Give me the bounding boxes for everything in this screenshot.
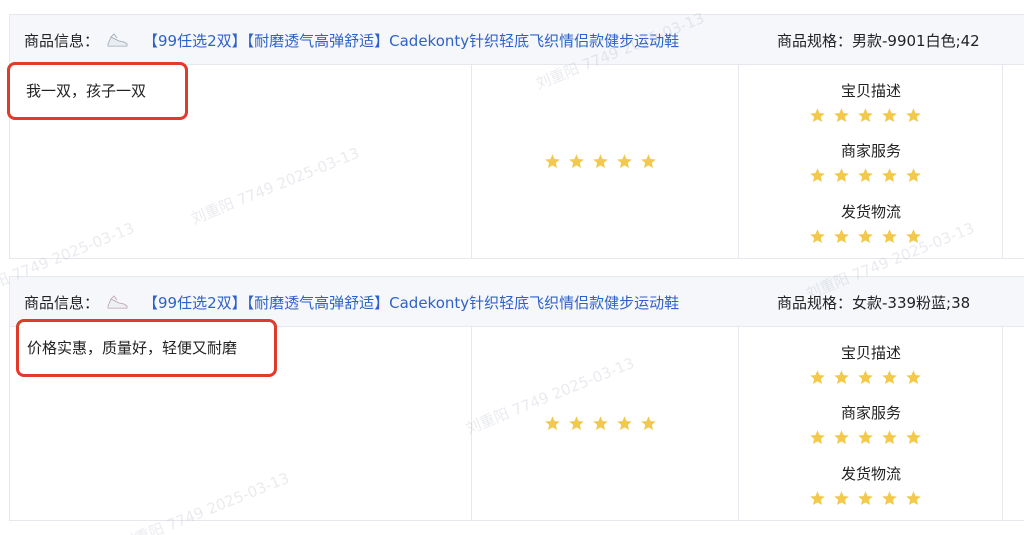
rating-logistics: 发货物流 [809, 201, 929, 245]
rating-label: 发货物流 [840, 465, 901, 483]
star-icon [569, 416, 584, 431]
star-icon [906, 168, 921, 183]
star-icon [545, 416, 560, 431]
star-rating [809, 369, 929, 386]
star-icon [810, 430, 825, 445]
star-icon [834, 108, 849, 123]
star-icon [906, 229, 921, 244]
rating-service: 商家服务 [809, 140, 929, 184]
rating-description: 宝贝描述 [809, 342, 929, 386]
star-icon [617, 154, 632, 169]
overall-star-rating [544, 153, 657, 170]
review-body: 价格实惠，质量好，轻便又耐磨 宝贝描述 商家服务 发货物流 [10, 319, 1024, 521]
detail-ratings-column: 宝贝描述 商家服务 发货物流 [739, 327, 1003, 521]
star-icon [906, 491, 921, 506]
product-title-link[interactable]: 【99任选2双】【耐磨透气高弹舒适】Cadekonty针织轻底飞织情侣款健步运动… [143, 292, 679, 313]
star-icon [834, 168, 849, 183]
highlighted-comment-box: 我一双，孩子一双 [7, 62, 188, 120]
rating-label: 宝贝描述 [840, 344, 901, 362]
review-card: 商品信息： 【99任选2双】【耐磨透气高弹舒适】Cadekonty针织轻底飞织情… [9, 276, 1024, 521]
star-icon [882, 430, 897, 445]
product-info-label: 商品信息： [24, 294, 100, 312]
comment-column: 价格实惠，质量好，轻便又耐磨 [10, 319, 472, 521]
star-icon [569, 154, 584, 169]
overall-star-rating [544, 415, 657, 432]
rating-logistics: 发货物流 [809, 463, 929, 507]
product-title-link[interactable]: 【99任选2双】【耐磨透气高弹舒适】Cadekonty针织轻底飞织情侣款健步运动… [143, 30, 679, 51]
rating-label: 宝贝描述 [840, 82, 901, 100]
star-icon [882, 108, 897, 123]
star-icon [858, 168, 873, 183]
star-icon [882, 168, 897, 183]
shoe-icon[interactable] [105, 292, 129, 312]
star-icon [834, 430, 849, 445]
review-card: 商品信息： 【99任选2双】【耐磨透气高弹舒适】Cadekonty针织轻底飞织情… [7, 14, 1024, 259]
star-icon [906, 370, 921, 385]
rating-label: 商家服务 [840, 142, 901, 160]
highlighted-comment-box: 价格实惠，质量好，轻便又耐磨 [16, 319, 277, 377]
detail-ratings-column: 宝贝描述 商家服务 发货物流 [739, 65, 1003, 259]
star-rating [809, 107, 929, 124]
star-icon [858, 430, 873, 445]
star-icon [593, 416, 608, 431]
star-icon [906, 430, 921, 445]
product-spec: 商品规格：女款-339粉蓝;38 [777, 294, 971, 312]
rating-description: 宝贝描述 [809, 80, 929, 124]
star-icon [810, 108, 825, 123]
star-rating [809, 228, 929, 245]
star-icon [641, 416, 656, 431]
review-body: 我一双，孩子一双 宝贝描述 商家服务 发货物流 [7, 62, 1024, 259]
star-icon [858, 491, 873, 506]
product-spec: 商品规格：男款-9901白色;42 [777, 32, 980, 50]
review-comment: 我一双，孩子一双 [26, 82, 147, 100]
star-icon [810, 491, 825, 506]
star-icon [858, 108, 873, 123]
star-rating [809, 167, 929, 184]
star-icon [858, 229, 873, 244]
star-icon [858, 370, 873, 385]
star-icon [834, 370, 849, 385]
star-icon [810, 370, 825, 385]
shoe-icon[interactable] [105, 30, 129, 50]
overall-rating-column [472, 65, 739, 259]
star-rating [809, 490, 929, 507]
star-icon [882, 370, 897, 385]
star-icon [834, 229, 849, 244]
rating-service: 商家服务 [809, 402, 929, 446]
star-icon [810, 168, 825, 183]
star-icon [906, 108, 921, 123]
comment-column: 我一双，孩子一双 [7, 62, 472, 259]
star-icon [810, 229, 825, 244]
overall-rating-column [472, 327, 739, 521]
review-comment: 价格实惠，质量好，轻便又耐磨 [27, 339, 238, 357]
star-rating [809, 429, 929, 446]
star-icon [882, 491, 897, 506]
star-icon [834, 491, 849, 506]
star-icon [545, 154, 560, 169]
rating-label: 商家服务 [840, 404, 901, 422]
star-icon [617, 416, 632, 431]
star-icon [882, 229, 897, 244]
product-info-header: 商品信息： 【99任选2双】【耐磨透气高弹舒适】Cadekonty针织轻底飞织情… [10, 15, 1024, 65]
star-icon [593, 154, 608, 169]
star-icon [641, 154, 656, 169]
product-info-label: 商品信息： [24, 32, 100, 50]
rating-label: 发货物流 [840, 203, 901, 221]
